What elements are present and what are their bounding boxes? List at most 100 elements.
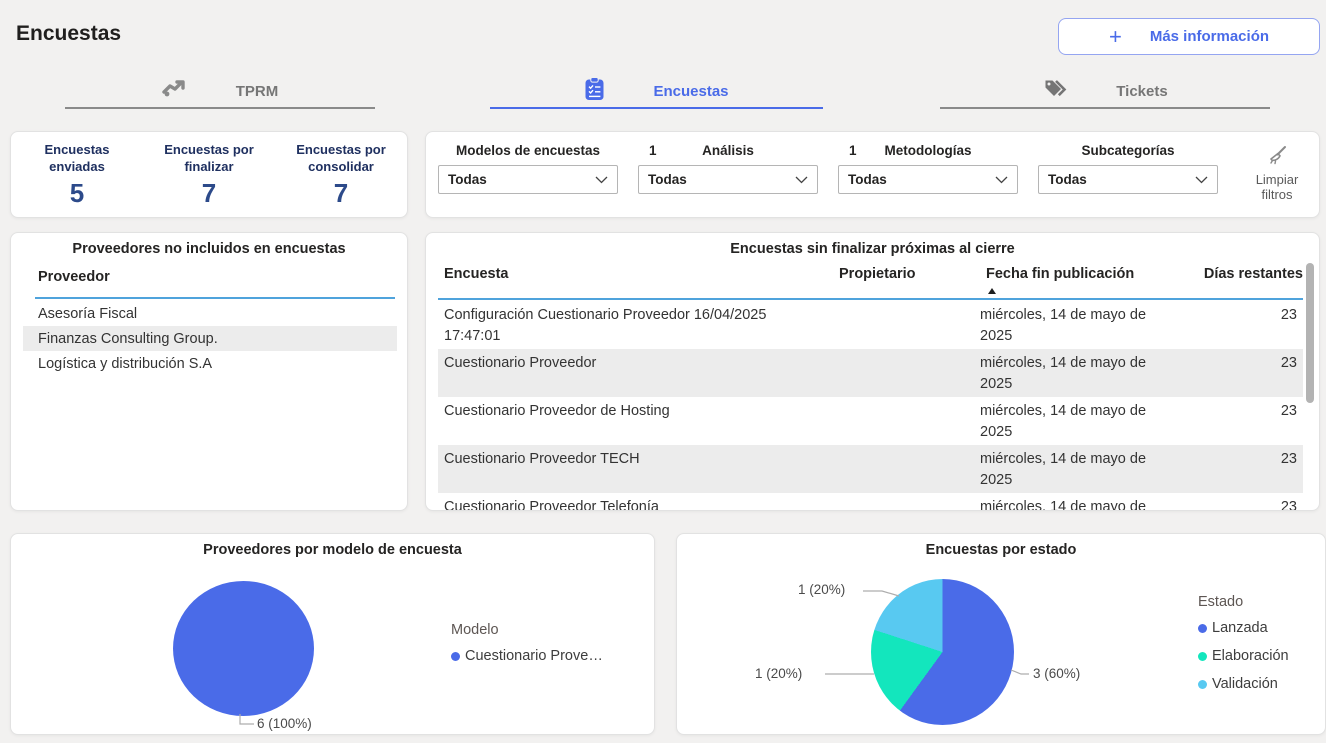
clipboard-checklist-icon <box>584 77 605 106</box>
cell-fecha-fin: miércoles, 14 de mayo de 2025 <box>980 401 1165 445</box>
filter-selected-value: Todas <box>639 172 795 187</box>
legend-label: Lanzada <box>1212 620 1268 636</box>
sort-ascending-icon <box>988 288 996 294</box>
kpi-value: 7 <box>202 178 216 209</box>
filter-group-modelos: Modelos de encuestas Todas <box>438 132 618 219</box>
cell-encuesta: Cuestionario Proveedor de Hosting <box>438 401 833 445</box>
pie-chart[interactable] <box>173 581 314 716</box>
cell-dias-restantes: 23 <box>1165 449 1297 493</box>
filter-group-metodologias: 1 Metodologías Todas <box>838 132 1018 219</box>
chart-title: Encuestas por estado <box>677 542 1325 558</box>
filter-group-analisis: 1 Análisis Todas <box>638 132 818 219</box>
pie-data-label: 1 (20%) <box>798 582 845 597</box>
kpi-value: 7 <box>334 178 348 209</box>
tab-encuestas-label: Encuestas <box>653 83 728 100</box>
column-header-proveedor[interactable]: Proveedor <box>38 269 110 285</box>
table-row[interactable]: Asesoría Fiscal <box>23 301 397 326</box>
column-header-dias-restantes[interactable]: Días restantes <box>1171 266 1303 282</box>
table-scrollbar[interactable] <box>1306 263 1314 403</box>
kpi-encuestas-por-finalizar: Encuestas por finalizar 7 <box>143 132 275 217</box>
kpi-encuestas-enviadas: Encuestas enviadas 5 <box>11 132 143 217</box>
filter-label: Metodologías <box>838 143 1018 158</box>
surveys-table-title: Encuestas sin finalizar próximas al cier… <box>426 241 1319 257</box>
handshake-icon <box>162 79 188 104</box>
kpi-label: Encuestas enviadas <box>21 142 133 176</box>
header-underline <box>438 298 1303 300</box>
column-header-fecha-fin[interactable]: Fecha fin publicación <box>986 266 1171 282</box>
legend-dot-icon <box>451 652 460 661</box>
surveys-dashboard: Encuestas + Más información TPRM <box>0 0 1326 743</box>
tab-tprm-label: TPRM <box>236 83 279 100</box>
chevron-down-icon <box>795 176 808 184</box>
pie-chart[interactable] <box>871 579 1014 725</box>
legend-dot-icon <box>1198 680 1207 689</box>
table-row[interactable]: Cuestionario Proveedor de Hosting miérco… <box>438 397 1303 445</box>
chevron-down-icon <box>995 176 1008 184</box>
filter-label: Análisis <box>638 143 818 158</box>
clear-filters-button[interactable]: Limpiar filtros <box>1244 144 1310 208</box>
cell-fecha-fin: miércoles, 14 de mayo de 2025 <box>980 449 1165 493</box>
chart-proveedores-por-modelo: Proveedores por modelo de encuesta 6 (10… <box>10 533 655 735</box>
plus-icon: + <box>1109 27 1122 47</box>
table-row[interactable]: Finanzas Consulting Group. <box>23 326 397 351</box>
header-underline <box>35 297 395 299</box>
pie-data-label: 6 (100%) <box>257 716 312 731</box>
more-info-button[interactable]: + Más información <box>1058 18 1320 55</box>
cell-propietario <box>833 305 980 349</box>
chevron-down-icon <box>1195 176 1208 184</box>
chart-title: Proveedores por modelo de encuesta <box>11 542 654 558</box>
cell-propietario <box>833 353 980 397</box>
cell-dias-restantes: 23 <box>1165 353 1297 397</box>
filter-dropdown-modelos[interactable]: Todas <box>438 165 618 194</box>
cell-propietario <box>833 497 980 511</box>
tags-icon <box>1042 79 1068 105</box>
filter-label: Subcategorías <box>1038 143 1218 158</box>
surveys-table-card: Encuestas sin finalizar próximas al cier… <box>425 232 1320 511</box>
kpi-value: 5 <box>70 178 84 209</box>
filter-dropdown-analisis[interactable]: Todas <box>638 165 818 194</box>
legend-item-lanzada[interactable]: Lanzada <box>1198 620 1289 636</box>
legend-item[interactable]: Cuestionario Prove… <box>451 648 603 664</box>
legend-item-elaboracion[interactable]: Elaboración <box>1198 648 1289 664</box>
kpi-card: Encuestas enviadas 5 Encuestas por final… <box>10 131 408 218</box>
tab-tprm[interactable]: TPRM <box>65 76 375 109</box>
cell-fecha-fin: miércoles, 14 de mayo de 2025 <box>980 497 1165 511</box>
filter-group-subcategorias: Subcategorías Todas <box>1038 132 1218 219</box>
legend-dot-icon <box>1198 652 1207 661</box>
cell-propietario <box>833 449 980 493</box>
legend-label: Cuestionario Prove… <box>465 648 603 664</box>
cell-fecha-fin: miércoles, 14 de mayo de 2025 <box>980 305 1165 349</box>
more-info-label: Más información <box>1150 28 1269 45</box>
cell-encuesta: Configuración Cuestionario Proveedor 16/… <box>438 305 833 349</box>
column-header-encuesta[interactable]: Encuesta <box>444 266 839 282</box>
surveys-rows: Configuración Cuestionario Proveedor 16/… <box>438 301 1303 511</box>
filter-dropdown-metodologias[interactable]: Todas <box>838 165 1018 194</box>
column-header-propietario[interactable]: Propietario <box>839 266 986 282</box>
kpi-encuestas-por-consolidar: Encuestas por consolidar 7 <box>275 132 407 217</box>
table-row[interactable]: Logística y distribución S.A <box>23 351 397 376</box>
tab-encuestas[interactable]: Encuestas <box>490 76 823 109</box>
table-row[interactable]: Cuestionario Proveedor miércoles, 14 de … <box>438 349 1303 397</box>
filter-dropdown-subcategorias[interactable]: Todas <box>1038 165 1218 194</box>
providers-table-title: Proveedores no incluidos en encuestas <box>11 241 407 257</box>
tab-tickets[interactable]: Tickets <box>940 76 1270 109</box>
filter-label: Modelos de encuestas <box>438 143 618 158</box>
legend-dot-icon <box>1198 624 1207 633</box>
table-row[interactable]: Cuestionario Proveedor Telefonía miércol… <box>438 493 1303 511</box>
cell-encuesta: Cuestionario Proveedor <box>438 353 833 397</box>
legend-item-validacion[interactable]: Validación <box>1198 676 1289 692</box>
kpi-label: Encuestas por finalizar <box>153 142 265 176</box>
cell-dias-restantes: 23 <box>1165 305 1297 349</box>
cell-dias-restantes: 23 <box>1165 497 1297 511</box>
filter-selected-value: Todas <box>439 172 595 187</box>
legend-label: Elaboración <box>1212 648 1289 664</box>
chart-encuestas-por-estado: Encuestas por estado 1 (20%) 1 (20%) 3 (… <box>676 533 1326 735</box>
cell-propietario <box>833 401 980 445</box>
legend-title: Modelo <box>451 622 603 638</box>
cell-fecha-fin: miércoles, 14 de mayo de 2025 <box>980 353 1165 397</box>
filter-selected-value: Todas <box>839 172 995 187</box>
table-row[interactable]: Configuración Cuestionario Proveedor 16/… <box>438 301 1303 349</box>
broom-icon <box>1265 144 1289 172</box>
table-row[interactable]: Cuestionario Proveedor TECH miércoles, 1… <box>438 445 1303 493</box>
tab-tickets-label: Tickets <box>1116 83 1167 100</box>
